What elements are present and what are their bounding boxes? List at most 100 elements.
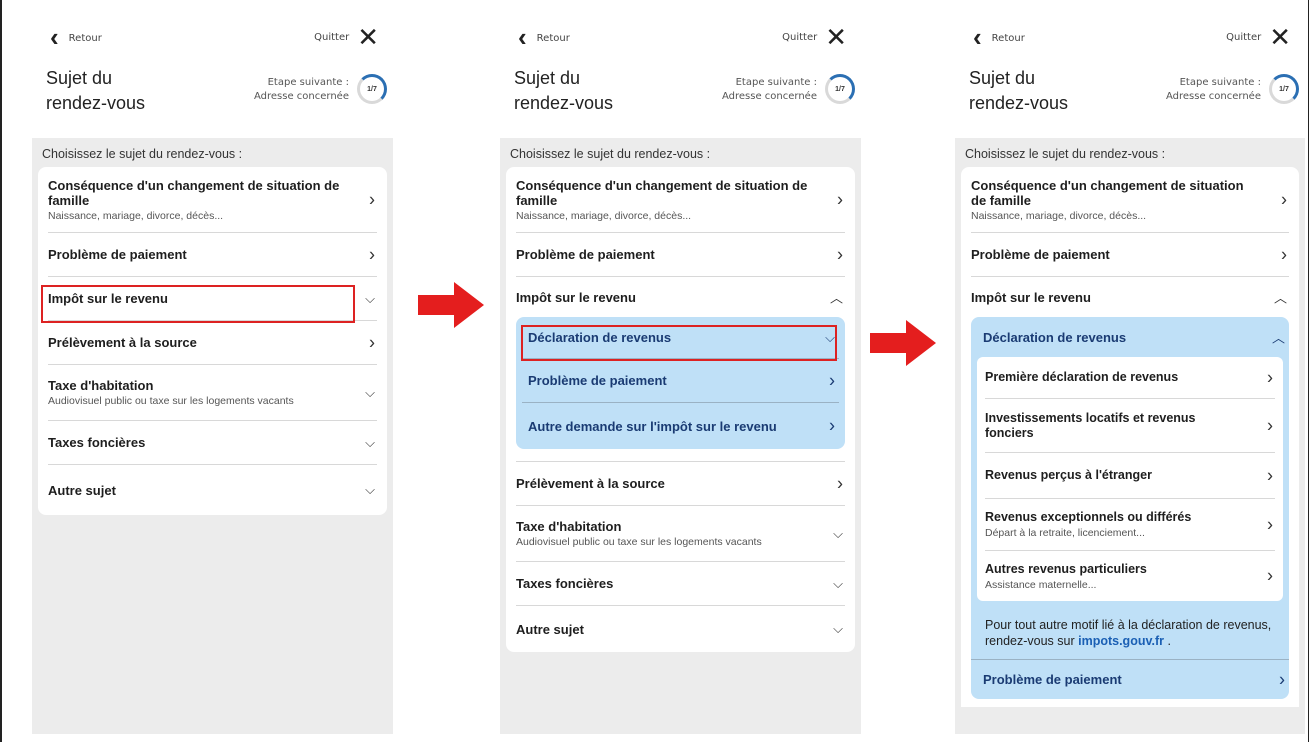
chevron-right-icon: › [829, 415, 835, 436]
progress-ring: 1/7 [825, 74, 855, 104]
subject-item-famille[interactable]: Conséquence d'un changement de situation… [48, 167, 377, 233]
declaration-item-exceptionnels[interactable]: Revenus exceptionnels ou différés Départ… [985, 499, 1275, 551]
impot-submenu: Déclaration de revenus ︿ Première déclar… [971, 317, 1289, 699]
quit-button[interactable]: Quitter ✕ [314, 22, 379, 52]
quit-button[interactable]: Quitter ✕ [782, 22, 847, 52]
subject-item-foncieres[interactable]: Taxes foncières ⌵ [516, 562, 845, 606]
header: ‹ Retour Quitter ✕ Sujet du rendez-vous … [32, 14, 393, 138]
subject-item-prelevement[interactable]: Prélèvement à la source › [48, 321, 377, 365]
chevron-up-icon: ︿ [1273, 290, 1287, 306]
chevron-right-icon: › [1281, 244, 1287, 264]
page-title: Sujet du rendez-vous [514, 68, 614, 113]
chevron-down-icon: ⌵ [365, 482, 375, 497]
declaration-item-investissements[interactable]: Investissements locatifs et revenus fonc… [985, 399, 1275, 453]
chevron-right-icon: › [837, 189, 843, 209]
subject-list: Conséquence d'un changement de situation… [38, 167, 387, 515]
submenu-item-declaration[interactable]: Déclaration de revenus ⌵ [522, 317, 839, 359]
screen-step-3: ‹ Retour Quitter ✕ Sujet du rendez-vous … [955, 14, 1305, 734]
subject-item-paiement[interactable]: Problème de paiement › [971, 233, 1289, 277]
chevron-down-icon: ⌵ [365, 434, 375, 450]
quit-label: Quitter [314, 31, 350, 43]
quit-button[interactable]: Quitter ✕ [1226, 22, 1291, 52]
next-step-info: Etape suivante : Adresse concernée [1166, 77, 1261, 102]
subject-group-impot: Impôt sur le revenu ︿ Déclaration de rev… [971, 277, 1289, 699]
close-icon: ✕ [825, 22, 847, 52]
page-title: Sujet du rendez-vous [969, 68, 1069, 113]
chevron-right-icon: › [1267, 465, 1273, 485]
declaration-item-premiere[interactable]: Première déclaration de revenus › [985, 357, 1275, 399]
impot-submenu: Déclaration de revenus ⌵ Problème de pai… [516, 317, 845, 449]
subject-list: Conséquence d'un changement de situation… [506, 167, 855, 652]
subject-group-impot: Impôt sur le revenu ︿ Déclaration de rev… [516, 277, 845, 462]
subject-item-autre[interactable]: Autre sujet ⌵ [48, 465, 377, 515]
declaration-note: Pour tout autre motif lié à la déclarati… [985, 618, 1272, 648]
progress-ring: 1/7 [1269, 74, 1299, 104]
subject-item-foncieres[interactable]: Taxes foncières ⌵ [48, 421, 377, 465]
chevron-down-icon: ⌵ [833, 525, 843, 541]
chevron-right-icon: › [369, 244, 375, 264]
next-step-info: Etape suivante : Adresse concernée [254, 77, 349, 102]
header: ‹ Retour Quitter ✕ Sujet du rendez-vous … [500, 14, 861, 138]
screen-step-1: ‹ Retour Quitter ✕ Sujet du rendez-vous … [32, 14, 393, 734]
declaration-item-etranger[interactable]: Revenus perçus à l'étranger › [985, 453, 1275, 499]
subject-item-impot[interactable]: Impôt sur le revenu ︿ [516, 277, 845, 317]
chevron-right-icon: › [1281, 189, 1287, 209]
chevron-right-icon: › [1267, 415, 1273, 435]
subject-item-autre[interactable]: Autre sujet ⌵ [516, 606, 845, 652]
chevron-down-icon: ⌵ [833, 575, 843, 591]
chevron-right-icon: › [369, 332, 375, 352]
subject-item-paiement[interactable]: Problème de paiement › [516, 233, 845, 277]
declaration-submenu: Première déclaration de revenus › Invest… [977, 357, 1283, 601]
submenu-item-declaration[interactable]: Déclaration de revenus ︿ [971, 317, 1289, 357]
chevron-right-icon: › [837, 473, 843, 493]
submenu-item-paiement[interactable]: Problème de paiement › [522, 359, 839, 403]
chevron-up-icon: ︿ [829, 290, 843, 306]
back-button[interactable]: ‹ Retour [973, 22, 1025, 52]
chevron-down-icon: ⌵ [825, 329, 835, 345]
chevron-down-icon: ⌵ [365, 290, 375, 306]
chevron-left-icon: ‹ [518, 22, 527, 52]
subject-item-prelevement[interactable]: Prélèvement à la source › [516, 462, 845, 506]
screen-step-2: ‹ Retour Quitter ✕ Sujet du rendez-vous … [500, 14, 861, 734]
chevron-right-icon: › [369, 189, 375, 209]
chevron-left-icon: ‹ [973, 22, 982, 52]
page-title: Sujet du rendez-vous [46, 68, 146, 113]
step-arrow-1 [418, 282, 484, 328]
step-arrow-2 [870, 320, 936, 366]
chevron-down-icon: ⌵ [833, 621, 843, 636]
chevron-right-icon: › [829, 370, 835, 390]
quit-label: Quitter [1226, 31, 1262, 43]
header: ‹ Retour Quitter ✕ Sujet du rendez-vous … [955, 14, 1305, 138]
subject-item-famille[interactable]: Conséquence d'un changement de situation… [971, 167, 1289, 233]
impots-link[interactable]: impots.gouv.fr [1078, 634, 1164, 648]
subject-item-famille[interactable]: Conséquence d'un changement de situation… [516, 167, 845, 233]
subject-item-habitation[interactable]: Taxe d'habitation Audiovisuel public ou … [516, 506, 845, 562]
back-button[interactable]: ‹ Retour [518, 22, 570, 52]
close-icon: ✕ [1269, 22, 1291, 52]
chevron-right-icon: › [1267, 514, 1273, 534]
chevron-up-icon: ︿ [1271, 330, 1285, 346]
instruction-text: Choisissez le sujet du rendez-vous : [42, 147, 243, 161]
chevron-down-icon: ⌵ [365, 384, 375, 400]
subject-item-impot[interactable]: Impôt sur le revenu ⌵ [48, 277, 377, 321]
submenu-item-autre-demande[interactable]: Autre demande sur l'impôt sur le revenu … [522, 403, 839, 449]
chevron-right-icon: › [837, 244, 843, 264]
instruction-text: Choisissez le sujet du rendez-vous : [510, 147, 711, 161]
back-label: Retour [68, 32, 102, 44]
quit-label: Quitter [782, 31, 818, 43]
subject-item-habitation[interactable]: Taxe d'habitation Audiovisuel public ou … [48, 365, 377, 421]
chevron-right-icon: › [1267, 565, 1273, 586]
back-label: Retour [991, 32, 1025, 44]
back-button[interactable]: ‹ Retour [50, 22, 102, 52]
close-icon: ✕ [357, 22, 379, 52]
progress-ring: 1/7 [357, 74, 387, 104]
chevron-left-icon: ‹ [50, 22, 59, 52]
back-label: Retour [536, 32, 570, 44]
subject-item-impot[interactable]: Impôt sur le revenu ︿ [971, 277, 1289, 317]
instruction-text: Choisissez le sujet du rendez-vous : [965, 147, 1166, 161]
declaration-item-particuliers[interactable]: Autres revenus particuliers Assistance m… [985, 551, 1275, 601]
submenu-item-paiement[interactable]: Problème de paiement › [971, 659, 1289, 699]
chevron-right-icon: › [1267, 367, 1273, 387]
subject-list: Conséquence d'un changement de situation… [961, 167, 1299, 707]
subject-item-paiement[interactable]: Problème de paiement › [48, 233, 377, 277]
